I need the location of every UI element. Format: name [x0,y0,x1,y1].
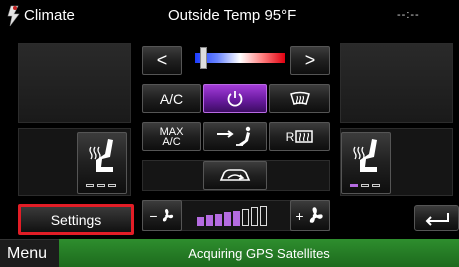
outside-temp-title: Outside Temp 95°F [168,7,297,24]
fan-increase-button[interactable]: + [290,200,330,231]
fan-level-bar [215,213,222,226]
temperature-slider-knob[interactable] [200,47,207,69]
fan-icon [162,208,173,221]
power-icon [227,90,243,107]
temperature-slider[interactable] [195,53,285,63]
fan-level-bar [260,205,267,226]
recirculation-button[interactable] [203,161,267,190]
driver-heated-seat-button[interactable] [77,132,127,194]
fan-level-bar [197,217,204,226]
heated-seat-icon [353,139,377,172]
menu-button[interactable]: Menu [0,239,59,267]
recirculation-icon [219,168,251,181]
fan-level-bar [224,212,231,226]
airflow-mode-button[interactable] [203,122,267,151]
logo-icon [6,4,22,28]
clock: --:-- [397,9,420,21]
fan-level-indicator [197,205,277,226]
front-defrost-button[interactable] [269,84,330,113]
rear-defrost-icon [295,129,314,143]
temp-increase-button[interactable]: > [290,46,330,75]
fan-level-bar [242,209,249,226]
settings-button[interactable]: Settings [18,204,134,235]
max-ac-button[interactable]: MAX A/C [142,122,201,151]
fan-level-bar [251,207,258,226]
fan-icon [309,206,323,223]
fan-level-bar [233,210,240,226]
gps-status-bar: Acquiring GPS Satellites [59,239,459,267]
back-button[interactable] [414,205,459,231]
fan-decrease-button[interactable]: − [142,200,182,231]
fan-level-bar [206,215,213,226]
app-title: Climate [24,7,75,24]
rear-defrost-button[interactable]: R [269,122,330,151]
left-top-panel [18,43,131,123]
heated-seat-icon [89,139,113,172]
temp-decrease-button[interactable]: < [142,46,182,75]
power-button[interactable] [203,84,267,113]
right-top-panel [340,43,453,123]
back-arrow-icon [425,213,449,226]
front-defrost-icon [289,91,310,105]
ac-button[interactable]: A/C [142,84,201,113]
airflow-feet-face-icon [217,126,251,146]
passenger-heated-seat-button[interactable] [341,132,391,194]
